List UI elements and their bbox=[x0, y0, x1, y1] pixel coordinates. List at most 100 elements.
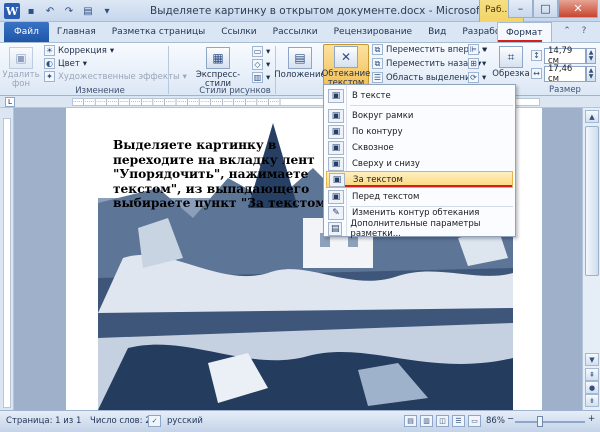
menu-item-inline[interactable]: ▣ В тексте bbox=[326, 87, 513, 104]
selection-pane-button[interactable]: ☰ Область выделения bbox=[372, 72, 476, 83]
crop-label: Обрезка bbox=[492, 69, 530, 79]
send-backward-icon: ⧉ bbox=[372, 58, 383, 69]
scroll-up-button[interactable]: ▲ bbox=[585, 110, 599, 123]
position-button[interactable]: ▤ Положение bbox=[274, 47, 326, 80]
proofing-icon[interactable]: ✓ bbox=[148, 415, 161, 427]
picture-layout-icon: ▥ bbox=[252, 72, 263, 83]
rotate-button[interactable]: ⟳ ▾ bbox=[468, 72, 486, 83]
minimize-ribbon-icon[interactable]: ⌃ bbox=[561, 25, 573, 37]
color-label: Цвет bbox=[58, 58, 80, 69]
menu-item-through[interactable]: ▣ Сквозное bbox=[326, 139, 513, 156]
zoom-level[interactable]: 86% bbox=[486, 416, 505, 426]
tab-home[interactable]: Главная bbox=[49, 22, 104, 42]
shape-width-icon: ↔ bbox=[531, 68, 542, 79]
scroll-thumb[interactable] bbox=[585, 126, 599, 276]
zoom-slider-thumb[interactable] bbox=[537, 416, 543, 427]
group-label-size: Размер bbox=[549, 85, 581, 95]
group-label-picture-styles: Стили рисунков bbox=[199, 86, 271, 96]
chevron-down-icon: ▾ bbox=[482, 58, 487, 69]
vertical-ruler[interactable] bbox=[0, 108, 14, 410]
page-count[interactable]: Страница: 1 из 1 bbox=[6, 416, 81, 426]
minimize-button[interactable]: – bbox=[508, 0, 533, 18]
window-title: Выделяете картинку в открытом документе.… bbox=[150, 5, 514, 17]
chevron-down-icon: ▾ bbox=[82, 58, 88, 69]
quick-access-toolbar: W ▪ ↶ ↷ ▤ ▾ bbox=[4, 3, 115, 19]
tab-page-layout[interactable]: Разметка страницы bbox=[104, 22, 214, 42]
align-button[interactable]: ⊫ ▾ bbox=[468, 44, 486, 55]
group-separator bbox=[168, 46, 169, 94]
menu-item-in-front[interactable]: ▣ Перед текстом bbox=[326, 188, 513, 205]
group-objects-button[interactable]: ⊞ ▾ bbox=[468, 58, 486, 69]
send-backward-button[interactable]: ⧉ Переместить назад ▾ bbox=[372, 58, 481, 69]
position-label: Положение bbox=[274, 70, 326, 80]
menu-item-top-bottom[interactable]: ▣ Сверху и снизу bbox=[326, 155, 513, 172]
color-button[interactable]: ◐ Цвет ▾ bbox=[44, 58, 87, 69]
tab-view[interactable]: Вид bbox=[420, 22, 454, 42]
art-effects-button[interactable]: ✦ Художественные эффекты ▾ bbox=[44, 71, 187, 82]
vertical-scrollbar[interactable]: ▲ ▼ ⇞ ● ⇟ bbox=[582, 108, 600, 410]
tab-format[interactable]: Формат bbox=[497, 22, 552, 42]
draft-view-icon[interactable]: ▭ bbox=[468, 415, 481, 427]
top-bottom-wrap-icon: ▣ bbox=[328, 156, 344, 171]
width-field[interactable]: 17,46 см bbox=[544, 64, 586, 84]
picture-layout-button[interactable]: ▥ ▾ bbox=[252, 72, 270, 83]
selection-pane-label: Область выделения bbox=[386, 72, 476, 83]
word-logo-icon[interactable]: W bbox=[4, 3, 20, 19]
wrap-text-menu: ▣ В тексте ▣ Вокруг рамки ▣ По контуру ▣… bbox=[323, 84, 516, 239]
spin-down-icon: ▼ bbox=[588, 55, 594, 62]
outline-view-icon[interactable]: ☰ bbox=[452, 415, 465, 427]
print-layout-view-icon[interactable]: ▤ bbox=[404, 415, 417, 427]
previous-page-button[interactable]: ⇞ bbox=[585, 368, 599, 381]
behind-text-red-underline bbox=[345, 185, 512, 187]
tab-review[interactable]: Рецензирование bbox=[326, 22, 420, 42]
menu-item-label: Сверху и снизу bbox=[352, 158, 420, 169]
remove-background-button[interactable]: ▣ Удалить фон bbox=[2, 47, 40, 89]
close-button[interactable]: ✕ bbox=[558, 0, 598, 18]
art-effects-label: Художественные эффекты bbox=[58, 71, 180, 82]
customize-qat-icon[interactable]: ▾ bbox=[99, 3, 115, 19]
tab-selector[interactable]: L bbox=[5, 97, 15, 107]
menu-item-more-layout[interactable]: ▤ Дополнительные параметры разметки... bbox=[326, 219, 513, 239]
picture-border-button[interactable]: ▭ ▾ bbox=[252, 46, 270, 57]
width-spinner[interactable]: ▲ ▼ bbox=[586, 66, 596, 82]
quick-print-icon[interactable]: ▤ bbox=[80, 3, 96, 19]
document-text[interactable]: Выделяете картинку в переходите на вклад… bbox=[113, 138, 323, 211]
menu-item-label: По контуру bbox=[352, 126, 403, 137]
save-icon[interactable]: ▪ bbox=[23, 3, 39, 19]
scroll-down-button[interactable]: ▼ bbox=[585, 353, 599, 366]
language-indicator[interactable]: русский bbox=[167, 416, 203, 426]
undo-icon[interactable]: ↶ bbox=[42, 3, 58, 19]
help-icon[interactable]: ? bbox=[578, 25, 590, 37]
menu-item-label: В тексте bbox=[352, 90, 391, 101]
square-wrap-icon: ▣ bbox=[328, 108, 344, 123]
wrap-text-button[interactable]: ✕ Обтекание текстом bbox=[322, 46, 370, 88]
height-spinner[interactable]: ▲ ▼ bbox=[586, 48, 596, 64]
window-controls: – □ ✕ bbox=[508, 0, 598, 18]
express-styles-button[interactable]: ▦ Экспресс-стили bbox=[188, 47, 248, 89]
zoom-slider[interactable] bbox=[515, 421, 585, 423]
menu-item-tight[interactable]: ▣ По контуру bbox=[326, 123, 513, 140]
remove-background-label: Удалить фон bbox=[2, 70, 40, 89]
correction-button[interactable]: ☀ Коррекция ▾ bbox=[44, 45, 114, 56]
browse-object-button[interactable]: ● bbox=[585, 381, 599, 394]
next-page-button[interactable]: ⇟ bbox=[585, 394, 599, 407]
tab-mailings[interactable]: Рассылки bbox=[265, 22, 326, 42]
full-screen-reading-icon[interactable]: ▥ bbox=[420, 415, 433, 427]
height-field[interactable]: 14,79 см bbox=[544, 46, 586, 66]
redo-icon[interactable]: ↷ bbox=[61, 3, 77, 19]
zoom-in-icon[interactable]: + bbox=[588, 414, 595, 424]
word-count[interactable]: Число слов: 26 bbox=[90, 416, 156, 426]
web-layout-icon[interactable]: ◫ bbox=[436, 415, 449, 427]
chevron-down-icon: ▾ bbox=[482, 44, 487, 55]
maximize-button[interactable]: □ bbox=[533, 0, 558, 18]
text-line: текстом", из выпадающего bbox=[113, 181, 310, 196]
tab-references[interactable]: Ссылки bbox=[213, 22, 264, 42]
zoom-out-icon[interactable]: − bbox=[507, 414, 514, 424]
tab-file[interactable]: Файл bbox=[4, 22, 49, 42]
picture-effects-button[interactable]: ◇ ▾ bbox=[252, 59, 270, 70]
group-objects-icon: ⊞ bbox=[468, 58, 479, 69]
crop-button[interactable]: ⌗ Обрезка bbox=[492, 46, 530, 79]
menu-item-square[interactable]: ▣ Вокруг рамки bbox=[326, 107, 513, 124]
selection-pane-icon: ☰ bbox=[372, 72, 383, 83]
picture-border-icon: ▭ bbox=[252, 46, 263, 57]
